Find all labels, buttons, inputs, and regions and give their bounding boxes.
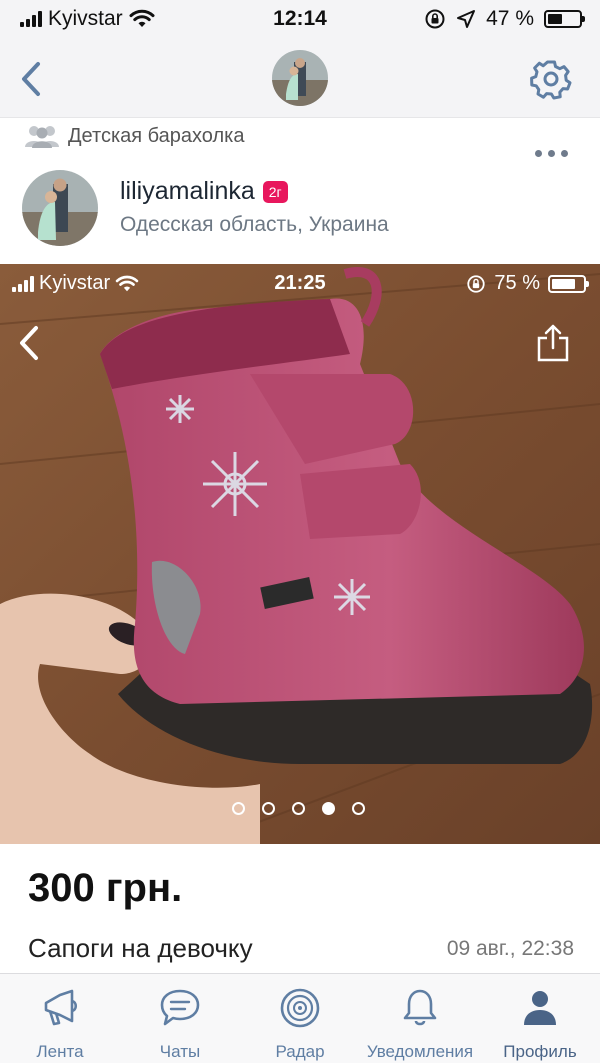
orientation-lock-icon <box>467 274 486 293</box>
status-right: 47 % <box>424 7 585 31</box>
tab-profile-label: Профиль <box>503 1042 577 1061</box>
gear-icon[interactable] <box>528 56 574 102</box>
tab-feed[interactable]: Лента <box>0 974 120 1063</box>
listing-title: Сапоги на девочку <box>28 933 253 963</box>
tab-notifications[interactable]: Уведомления <box>360 974 480 1063</box>
listing-date: 09 авг., 22:38 <box>446 937 574 960</box>
tab-chats[interactable]: Чаты <box>120 974 240 1063</box>
seller-location: Одесская область, Украина <box>120 213 389 236</box>
listing-price: 300 грн. <box>28 866 183 910</box>
tab-chats-label: Чаты <box>159 1042 201 1061</box>
avatar[interactable] <box>22 170 98 246</box>
nav-bar <box>0 40 600 118</box>
tab-feed-label: Лента <box>36 1042 84 1061</box>
pager-dot[interactable] <box>352 802 365 815</box>
photo-battery-percent: 75 % <box>494 272 540 294</box>
megaphone-icon <box>44 989 78 1026</box>
photo-status-right: 75 % <box>466 272 589 295</box>
bell-icon <box>403 989 437 1026</box>
group-link[interactable]: Детская барахолка <box>24 124 244 148</box>
location-arrow-icon <box>457 10 476 28</box>
more-options-icon[interactable] <box>535 150 568 157</box>
share-icon <box>537 324 569 362</box>
tab-radar[interactable]: Радар <box>240 974 360 1063</box>
orientation-lock-icon <box>425 9 445 29</box>
tab-profile[interactable]: Профиль <box>480 974 600 1063</box>
age-badge: 2г <box>262 180 288 203</box>
tab-bar: Лента Чаты Радар Уведомления Профиль <box>0 973 600 1063</box>
group-people-icon <box>25 126 59 148</box>
battery-percent: 47 % <box>486 7 534 30</box>
person-icon <box>524 991 556 1025</box>
seller-name: liliyamalinka <box>120 177 255 205</box>
battery-icon <box>548 274 589 293</box>
listing-photo[interactable]: Kyivstar 21:25 75 % <box>0 264 600 844</box>
group-name: Детская барахолка <box>68 124 245 147</box>
chevron-left-icon[interactable] <box>14 56 54 102</box>
pager-dot[interactable] <box>322 802 335 815</box>
pager-dot[interactable] <box>232 802 245 815</box>
radar-icon <box>280 988 320 1028</box>
chevron-left-icon <box>20 326 38 360</box>
tab-notifications-label: Уведомления <box>366 1042 474 1061</box>
status-bar: Kyivstar 12:14 47 % <box>0 0 600 40</box>
tab-radar-label: Радар <box>275 1042 325 1061</box>
pager-dot[interactable] <box>292 802 305 815</box>
battery-icon <box>544 10 585 28</box>
photo-pager[interactable] <box>232 802 365 815</box>
pager-dot[interactable] <box>262 802 275 815</box>
photo-status-bar: Kyivstar 21:25 75 % <box>0 270 600 300</box>
chat-icon <box>160 989 200 1026</box>
seller-name-row[interactable]: liliyamalinka 2г <box>120 177 288 206</box>
group-avatar[interactable] <box>272 50 328 106</box>
boot-photo <box>0 264 600 844</box>
